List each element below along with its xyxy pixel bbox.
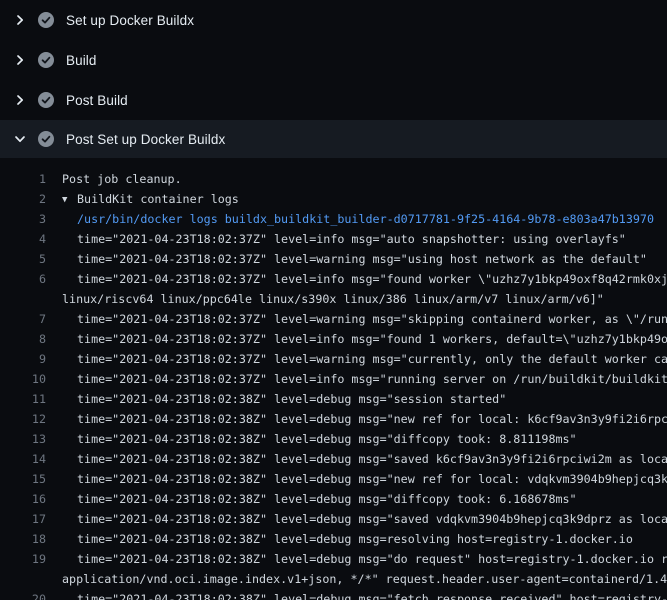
log-line-continuation: application/vnd.oci.image.index.v1+json,…	[0, 569, 667, 589]
log-line-text: linux/riscv64 linux/ppc64le linux/s390x …	[62, 289, 604, 309]
step-label: Set up Docker Buildx	[66, 13, 194, 28]
log-line-number[interactable]: 7	[0, 309, 46, 329]
log-line: 9 time="2021-04-23T18:02:37Z" level=warni…	[0, 349, 667, 369]
log-line-number[interactable]: 11	[0, 389, 46, 409]
log-line: 10 time="2021-04-23T18:02:37Z" level=info…	[0, 369, 667, 389]
log-line-text: time="2021-04-23T18:02:37Z" level=warnin…	[62, 249, 647, 269]
chevron-down-icon	[12, 131, 28, 147]
log-line-text: time="2021-04-23T18:02:37Z" level=info m…	[62, 329, 667, 349]
log-line-text: time="2021-04-23T18:02:37Z" level=warnin…	[62, 309, 667, 329]
log-line-text: /usr/bin/docker logs buildx_buildkit_bui…	[62, 209, 654, 229]
log-line-number[interactable]: 2	[0, 189, 46, 209]
log-line: 14 time="2021-04-23T18:02:38Z" level=debu…	[0, 449, 667, 469]
log-line-text: time="2021-04-23T18:02:38Z" level=debug …	[62, 509, 667, 529]
log-line-number[interactable]: 17	[0, 509, 46, 529]
log-line: 7 time="2021-04-23T18:02:37Z" level=warni…	[0, 309, 667, 329]
step-row-set-up-docker-buildx[interactable]: Set up Docker Buildx	[0, 0, 667, 40]
log-line-number[interactable]: 8	[0, 329, 46, 349]
chevron-right-icon	[12, 12, 28, 28]
log-line: 18 time="2021-04-23T18:02:38Z" level=debu…	[0, 529, 667, 549]
log-line-number[interactable]: 19	[0, 549, 46, 569]
step-row-post-build[interactable]: Post Build	[0, 80, 667, 120]
log-line: 4 time="2021-04-23T18:02:37Z" level=info …	[0, 229, 667, 249]
log-line-number[interactable]: 15	[0, 469, 46, 489]
log-line: 12 time="2021-04-23T18:02:38Z" level=debu…	[0, 409, 667, 429]
log-line-number[interactable]: 5	[0, 249, 46, 269]
log-line-text: time="2021-04-23T18:02:38Z" level=debug …	[62, 389, 506, 409]
log-line-number[interactable]: 14	[0, 449, 46, 469]
check-circle-icon	[38, 92, 54, 108]
log-line-text: time="2021-04-23T18:02:38Z" level=debug …	[62, 529, 633, 549]
log-viewer: 1 Post job cleanup. 2 ▼BuildKit container l…	[0, 158, 667, 600]
step-label: Build	[66, 53, 97, 68]
log-line: 19 time="2021-04-23T18:02:38Z" level=debu…	[0, 549, 667, 569]
log-line-text: time="2021-04-23T18:02:38Z" level=debug …	[62, 469, 667, 489]
step-label: Post Build	[66, 93, 128, 108]
log-line: 1 Post job cleanup.	[0, 169, 667, 189]
log-line: 13 time="2021-04-23T18:02:38Z" level=debu…	[0, 429, 667, 449]
log-line: 16 time="2021-04-23T18:02:38Z" level=debu…	[0, 489, 667, 509]
log-line-number[interactable]: 12	[0, 409, 46, 429]
log-line-text: time="2021-04-23T18:02:38Z" level=debug …	[62, 589, 667, 600]
log-line-text: time="2021-04-23T18:02:37Z" level=info m…	[62, 269, 667, 289]
log-line-number[interactable]: 18	[0, 529, 46, 549]
log-line-text: time="2021-04-23T18:02:38Z" level=debug …	[62, 429, 577, 449]
log-line-text: time="2021-04-23T18:02:38Z" level=debug …	[62, 409, 667, 429]
check-circle-icon	[38, 52, 54, 68]
log-line-text: time="2021-04-23T18:02:37Z" level=warnin…	[62, 349, 667, 369]
log-line-number[interactable]: 4	[0, 229, 46, 249]
log-line: 15 time="2021-04-23T18:02:38Z" level=debu…	[0, 469, 667, 489]
log-line-text: time="2021-04-23T18:02:38Z" level=debug …	[62, 549, 667, 569]
steps-list: Set up Docker Buildx Build Post Build Post …	[0, 0, 667, 158]
log-line: 11 time="2021-04-23T18:02:38Z" level=debu…	[0, 389, 667, 409]
step-row-post-set-up-docker-buildx[interactable]: Post Set up Docker Buildx	[0, 120, 667, 158]
log-line-text: time="2021-04-23T18:02:38Z" level=debug …	[62, 449, 667, 469]
check-circle-icon	[38, 131, 54, 147]
log-line-text: time="2021-04-23T18:02:37Z" level=info m…	[62, 369, 667, 389]
log-line: 6 time="2021-04-23T18:02:37Z" level=info …	[0, 269, 667, 289]
log-line-text: time="2021-04-23T18:02:38Z" level=debug …	[62, 489, 577, 509]
log-line-number[interactable]: 3	[0, 209, 46, 229]
check-circle-icon	[38, 12, 54, 28]
log-group-title[interactable]: BuildKit container logs	[77, 192, 239, 206]
log-group-header: ▼BuildKit container logs	[62, 189, 239, 209]
log-line-number[interactable]: 20	[0, 589, 46, 600]
log-line: 20 time="2021-04-23T18:02:38Z" level=debu…	[0, 589, 667, 600]
log-line-number	[0, 289, 46, 309]
chevron-right-icon	[12, 52, 28, 68]
log-line: 2 ▼BuildKit container logs	[0, 189, 667, 209]
log-line: 8 time="2021-04-23T18:02:37Z" level=info …	[0, 329, 667, 349]
log-line-number	[0, 569, 46, 589]
log-line: 5 time="2021-04-23T18:02:37Z" level=warni…	[0, 249, 667, 269]
chevron-right-icon	[12, 92, 28, 108]
step-row-build[interactable]: Build	[0, 40, 667, 80]
log-line-text: Post job cleanup.	[62, 169, 182, 189]
log-group-toggle-icon[interactable]: ▼	[62, 190, 77, 210]
log-line-text: application/vnd.oci.image.index.v1+json,…	[62, 569, 667, 589]
log-line-number[interactable]: 10	[0, 369, 46, 389]
log-line-number[interactable]: 13	[0, 429, 46, 449]
step-label: Post Set up Docker Buildx	[66, 132, 225, 147]
log-line-number[interactable]: 9	[0, 349, 46, 369]
log-line-continuation: linux/riscv64 linux/ppc64le linux/s390x …	[0, 289, 667, 309]
log-line-number[interactable]: 1	[0, 169, 46, 189]
log-line-command: 3/usr/bin/docker logs buildx_buildkit_bu…	[0, 209, 667, 229]
log-line-number[interactable]: 16	[0, 489, 46, 509]
log-line-text: time="2021-04-23T18:02:37Z" level=info m…	[62, 229, 626, 249]
log-line: 17 time="2021-04-23T18:02:38Z" level=debu…	[0, 509, 667, 529]
log-line-number[interactable]: 6	[0, 269, 46, 289]
